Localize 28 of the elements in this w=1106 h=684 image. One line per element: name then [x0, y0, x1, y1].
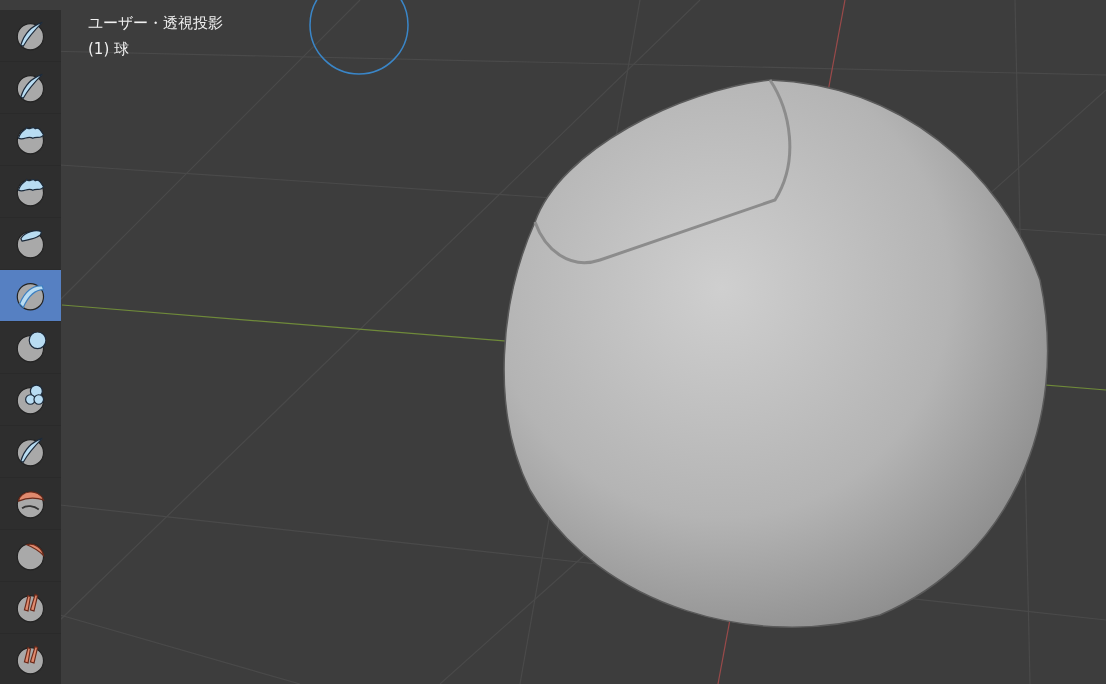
- tool-button[interactable]: [0, 114, 61, 165]
- sculpt-brush-icon: [15, 488, 46, 519]
- sculpt-brush-icon: [15, 20, 46, 51]
- sculpt-brush-icon: [15, 332, 46, 363]
- sculpt-brush-icon: [15, 436, 46, 467]
- tool-button[interactable]: [0, 270, 61, 321]
- sculpt-brush-icon: [15, 540, 46, 571]
- tool-button[interactable]: [0, 426, 61, 477]
- sculpt-brush-icon: [15, 644, 46, 675]
- tool-button[interactable]: [0, 166, 61, 217]
- tool-button[interactable]: [0, 478, 61, 529]
- tool-button[interactable]: [0, 10, 61, 61]
- object-name: (1) 球: [88, 39, 130, 60]
- tool-button[interactable]: [0, 634, 61, 684]
- tool-button[interactable]: [0, 582, 61, 633]
- tool-button[interactable]: [0, 322, 61, 373]
- tool-button[interactable]: [0, 530, 61, 581]
- sculpt-brush-icon: [15, 228, 46, 259]
- tool-button[interactable]: [0, 62, 61, 113]
- tool-button[interactable]: [0, 218, 61, 269]
- sculpt-brush-icon: [15, 592, 46, 623]
- sculpt-brush-icon: [15, 72, 46, 103]
- view-name: ユーザー・透視投影: [88, 13, 223, 34]
- sculpt-brush-icon: [15, 384, 46, 415]
- sculpt-brush-icon: [15, 176, 46, 207]
- tool-button[interactable]: [0, 374, 61, 425]
- sculpt-brush-icon: [15, 280, 46, 311]
- sculpt-brush-icon: [15, 124, 46, 155]
